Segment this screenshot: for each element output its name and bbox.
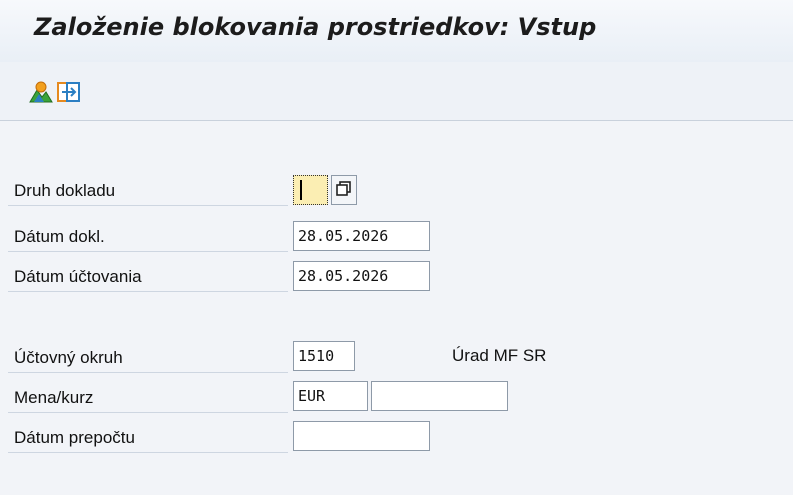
currency-label: Mena/kurz [8, 383, 288, 413]
company-code-label: Účtovný okruh [8, 343, 288, 373]
title-bar: Založenie blokovania prostriedkov: Vstup [0, 0, 793, 62]
value-help-button[interactable] [331, 175, 357, 205]
page-title: Založenie blokovania prostriedkov: Vstup [34, 13, 597, 41]
posting-date-input[interactable]: 28.05.2026 [293, 261, 430, 291]
company-code-description: Úrad MF SR [452, 346, 547, 365]
company-code-input[interactable]: 1510 [293, 341, 355, 371]
text-caret [300, 180, 302, 200]
translation-date-input[interactable] [293, 421, 430, 451]
posting-date-label: Dátum účtovania [8, 262, 288, 292]
doc-type-input[interactable] [293, 175, 328, 205]
doc-date-input[interactable]: 28.05.2026 [293, 221, 430, 251]
other-document-icon[interactable] [56, 80, 82, 104]
translation-date-label: Dátum prepočtu [8, 423, 288, 453]
copy-icon [336, 181, 351, 196]
doc-type-label: Druh dokladu [8, 176, 288, 206]
currency-input[interactable]: EUR [293, 381, 368, 411]
execute-icon[interactable] [28, 80, 54, 104]
application-toolbar [0, 62, 793, 120]
doc-date-label: Dátum dokl. [8, 222, 288, 252]
exchange-rate-input[interactable] [371, 381, 508, 411]
